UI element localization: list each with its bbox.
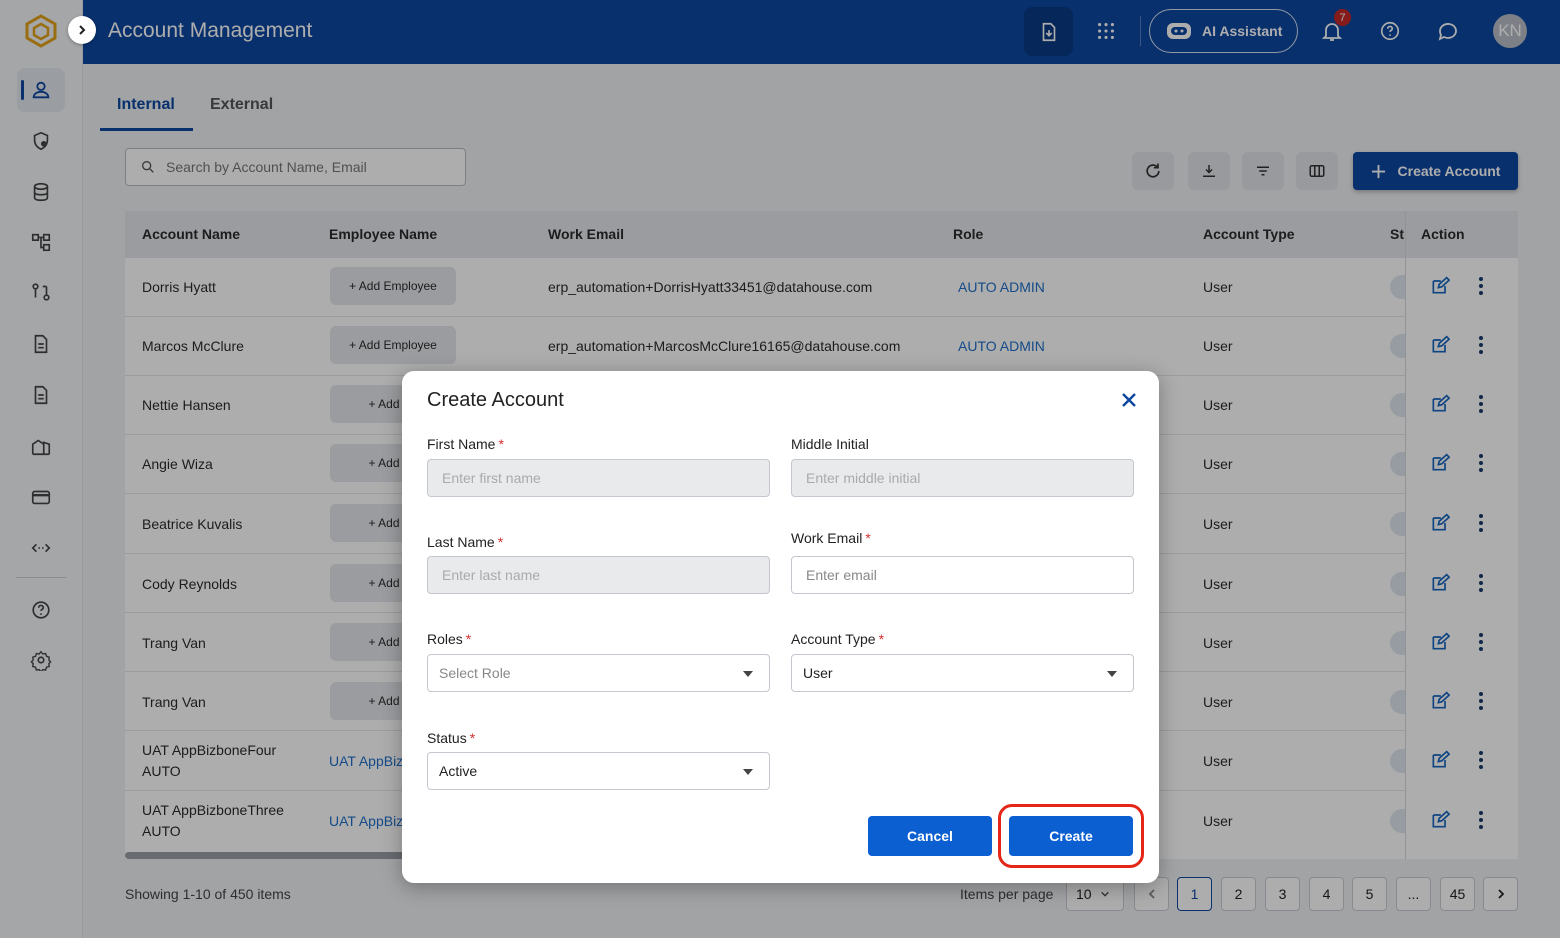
- first-name-label: First Name *: [427, 436, 504, 452]
- account-type-select[interactable]: User: [791, 654, 1134, 692]
- roles-label: Roles *: [427, 631, 472, 647]
- close-icon: [1122, 393, 1136, 407]
- work-email-label: Work Email *: [791, 530, 871, 546]
- close-button[interactable]: [1118, 389, 1140, 411]
- work-email-field[interactable]: Enter email: [791, 556, 1134, 594]
- status-value: Active: [439, 763, 478, 779]
- required-mark: *: [878, 631, 885, 647]
- sidebar-expand-button[interactable]: [68, 16, 96, 44]
- dropdown-arrow-icon: [743, 671, 753, 677]
- create-button-highlight: [998, 804, 1144, 868]
- required-mark: *: [498, 436, 504, 452]
- create-account-dialog: Create Account First Name * Enter first n…: [402, 371, 1159, 883]
- middle-initial-label: Middle Initial: [791, 436, 869, 452]
- chevron-right-icon: [79, 25, 86, 35]
- required-mark: *: [465, 631, 472, 647]
- account-type-label: Account Type *: [791, 631, 885, 647]
- last-name-field[interactable]: Enter last name: [427, 556, 770, 594]
- status-label: Status *: [427, 730, 476, 746]
- dropdown-arrow-icon: [1107, 671, 1117, 677]
- required-mark: *: [497, 534, 504, 550]
- status-select[interactable]: Active: [427, 752, 770, 790]
- required-mark: *: [469, 730, 476, 746]
- roles-placeholder: Select Role: [439, 665, 511, 681]
- dialog-title: Create Account: [427, 389, 564, 411]
- roles-select[interactable]: Select Role: [427, 654, 770, 692]
- dropdown-arrow-icon: [743, 769, 753, 775]
- account-type-value: User: [803, 665, 833, 681]
- required-mark: *: [865, 530, 871, 546]
- middle-initial-field[interactable]: Enter middle initial: [791, 459, 1134, 497]
- last-name-label: Last Name *: [427, 534, 504, 550]
- first-name-field[interactable]: Enter first name: [427, 459, 770, 497]
- cancel-button[interactable]: Cancel: [868, 816, 992, 856]
